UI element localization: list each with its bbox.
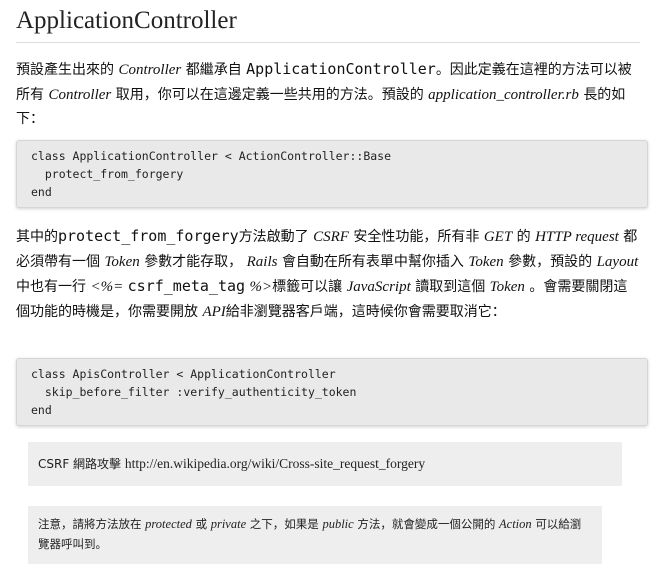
- text-run: 或: [195, 517, 208, 531]
- inline-code: ApplicationController: [246, 60, 436, 78]
- visibility-warning-note: 注意，請將方法放在 protected 或 private 之下，如果是 pub…: [28, 506, 602, 564]
- text-run: 都繼承自: [185, 62, 242, 78]
- text-run: 方法啟動了: [238, 229, 309, 245]
- text-run: 其中的: [16, 229, 58, 245]
- italic-term: Token: [468, 253, 504, 270]
- italic-term: API: [202, 303, 226, 320]
- document-page: ApplicationController 預設產生出來的 Controller…: [16, 0, 648, 564]
- text-run: 參數，預設的: [508, 253, 593, 270]
- text-run: 會自動在所有表單中幫你插入: [281, 253, 464, 270]
- text-run: 參數才能存取，: [144, 253, 243, 270]
- italic-term: private: [210, 517, 247, 531]
- italic-term: HTTP request: [535, 229, 619, 245]
- italic-term: protected: [145, 517, 192, 531]
- note-label: CSRF 網路攻擊: [38, 457, 122, 471]
- csrf-reference-note: CSRF 網路攻擊 http://en.wikipedia.org/wiki/C…: [28, 442, 622, 486]
- text-run: 中也有一行: [16, 279, 86, 295]
- italic-term: JavaScript: [346, 279, 411, 295]
- text-run: 給非瀏覽器客戶端，這時候你會需要取消它：: [225, 303, 506, 320]
- text-run: 標籤可以讓: [272, 279, 343, 295]
- intro-paragraph: 預設產生出來的 Controller 都繼承自 ApplicationContr…: [16, 57, 640, 132]
- text-run: 注意，請將方法放在: [38, 517, 142, 531]
- code-block-application-controller: class ApplicationController < ActionCont…: [16, 140, 648, 208]
- page-title: ApplicationController: [16, 0, 640, 43]
- text-run: 取用，你可以在這邊定義一些共用的方法。預設的: [115, 86, 424, 103]
- italic-term: CSRF: [313, 229, 349, 245]
- italic-term: Token: [489, 279, 525, 295]
- csrf-paragraph: 其中的protect_from_forgery方法啟動了 CSRF 安全性功能，…: [16, 224, 640, 324]
- italic-filename: application_controller.rb: [428, 86, 579, 103]
- italic-term: <%=: [90, 279, 124, 295]
- inline-code: csrf_meta_tag: [127, 277, 246, 295]
- italic-term: Layout: [596, 253, 639, 270]
- text-run: 方法，就會變成一個公開的: [357, 517, 496, 531]
- text-run: 安全性功能，所有非: [353, 229, 480, 245]
- italic-term: Rails: [246, 253, 278, 270]
- text-run: 的: [516, 229, 531, 245]
- inline-code: protect_from_forgery: [58, 227, 239, 245]
- italic-term: %>: [249, 279, 273, 295]
- italic-term: Token: [104, 253, 140, 270]
- code-block-apis-controller: class ApisController < ApplicationContro…: [16, 358, 648, 426]
- italic-term: public: [322, 517, 354, 531]
- italic-term: GET: [483, 229, 513, 245]
- text-run: 之下，如果是: [249, 517, 319, 531]
- text-run: 預設產生出來的: [16, 62, 114, 78]
- italic-term: Action: [499, 517, 532, 531]
- text-run: 讀取到這個: [415, 279, 486, 295]
- italic-term: Controller: [48, 86, 112, 103]
- reference-link[interactable]: http://en.wikipedia.org/wiki/Cross-site_…: [125, 456, 425, 471]
- italic-term: Controller: [118, 62, 182, 78]
